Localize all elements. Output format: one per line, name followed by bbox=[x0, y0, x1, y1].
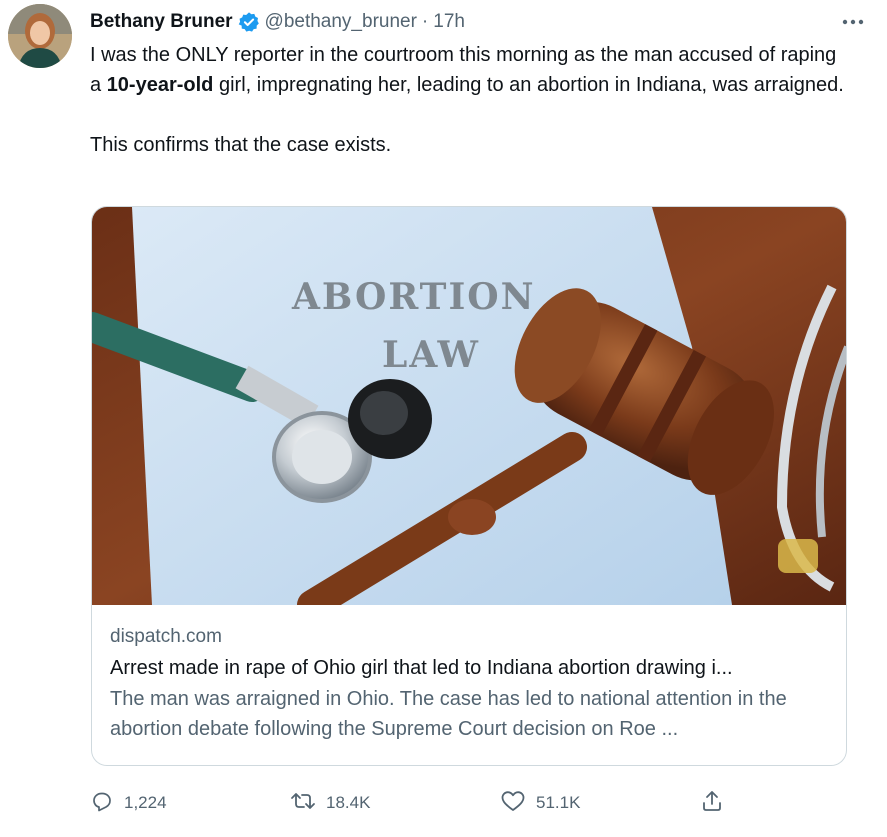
tweet-header: Bethany Bruner @bethany_bruner · 17h bbox=[90, 8, 873, 36]
card-image-text-abortion: ABORTION bbox=[291, 276, 536, 318]
reply-icon bbox=[90, 789, 114, 818]
tweet-text-bold: 10-year-old bbox=[106, 74, 214, 96]
card-image: ABORTION LAW bbox=[92, 207, 846, 605]
handle[interactable]: @bethany_bruner bbox=[265, 11, 417, 33]
card-meta: dispatch.com Arrest made in rape of Ohio… bbox=[110, 623, 828, 744]
like-button[interactable]: 51.1K bbox=[500, 789, 580, 818]
card-domain: dispatch.com bbox=[110, 626, 222, 647]
retweet-button[interactable]: 18.4K bbox=[290, 789, 370, 818]
card-description: The man was arraigned in Ohio. The case … bbox=[110, 688, 787, 740]
heart-icon bbox=[500, 789, 526, 818]
retweet-icon bbox=[290, 789, 316, 818]
share-button[interactable] bbox=[700, 789, 724, 818]
display-name[interactable]: Bethany Bruner bbox=[90, 11, 233, 33]
avatar[interactable] bbox=[8, 4, 72, 68]
tweet-text: I was the ONLY reporter in the courtroom… bbox=[90, 40, 850, 160]
reply-button[interactable]: 1,224 bbox=[90, 789, 167, 818]
tweet-text-part: girl, impregnating her, leading to an ab… bbox=[213, 74, 844, 96]
card-image-text-law: LAW bbox=[382, 334, 480, 376]
tweet-paragraph-2: This confirms that the case exists. bbox=[90, 134, 392, 156]
tweet-paragraph-1: I was the ONLY reporter in the courtroom… bbox=[90, 40, 850, 100]
separator-dot: · bbox=[421, 11, 429, 32]
link-card[interactable]: ABORTION LAW dispatch.com Arrest made in… bbox=[91, 206, 847, 766]
retweet-count: 18.4K bbox=[326, 793, 371, 812]
action-bar: 1,224 18.4K 51.1K bbox=[90, 785, 750, 821]
card-title: Arrest made in rape of Ohio girl that le… bbox=[110, 657, 733, 679]
like-count: 51.1K bbox=[536, 793, 581, 812]
share-icon bbox=[700, 789, 724, 818]
timestamp[interactable]: 17h bbox=[433, 11, 465, 33]
verified-badge-icon bbox=[238, 11, 260, 33]
reply-count: 1,224 bbox=[124, 793, 167, 812]
more-options-icon[interactable] bbox=[835, 6, 871, 38]
avatar-photo bbox=[8, 4, 72, 68]
